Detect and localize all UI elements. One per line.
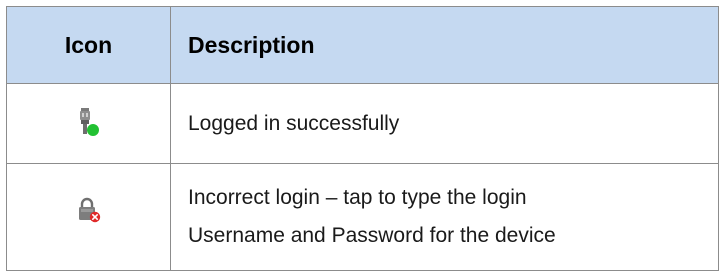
table-row-logged-in: Logged in successfully: [6, 83, 719, 164]
plug-connected-green-dot-icon: [77, 107, 101, 136]
description-column-header: Description: [170, 6, 719, 84]
icon-cell: [6, 163, 171, 271]
table-header: Icon Description: [6, 6, 719, 84]
padlock-red-x-icon: [77, 198, 101, 229]
description-text-line-1: Incorrect login – tap to type the login: [188, 186, 527, 209]
icon-legend-table: Icon Description Logged in successfully …: [6, 6, 719, 271]
icon-cell: [6, 83, 171, 164]
description-cell: Logged in successfully: [170, 83, 719, 164]
header-row: Icon Description: [6, 6, 719, 84]
table-row-incorrect-login: Incorrect login – tap to type the login …: [6, 163, 719, 271]
description-text-line-2: Username and Password for the device: [188, 224, 556, 247]
description-cell: Incorrect login – tap to type the login …: [170, 163, 719, 271]
description-text: Logged in successfully: [188, 111, 400, 135]
icon-column-header: Icon: [6, 6, 171, 84]
